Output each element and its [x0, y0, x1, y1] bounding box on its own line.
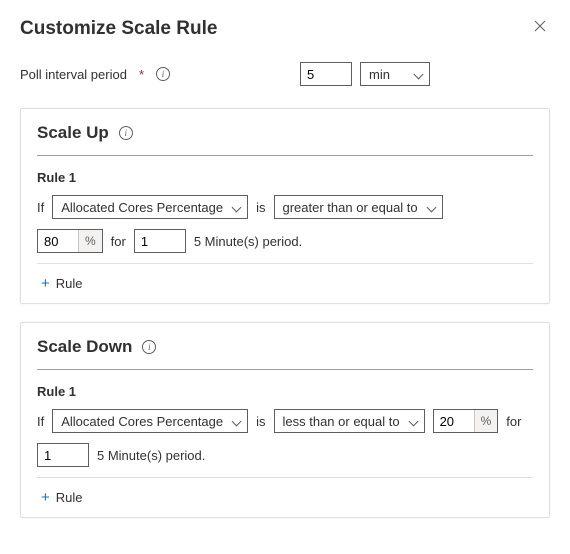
is-label: is	[256, 414, 265, 429]
scale-down-threshold-field[interactable]: %	[433, 409, 499, 433]
is-label: is	[256, 200, 265, 215]
close-icon	[534, 20, 546, 32]
plus-icon: +	[41, 276, 50, 291]
scale-down-card: Scale Down i Rule 1 If Allocated Cores P…	[20, 322, 550, 518]
poll-unit-select[interactable]: min	[360, 62, 430, 86]
scale-up-rule-name: Rule 1	[37, 170, 533, 185]
scale-down-threshold-input[interactable]	[434, 410, 474, 432]
info-icon[interactable]: i	[119, 126, 133, 140]
if-label: If	[37, 414, 44, 429]
scale-down-periods-input[interactable]	[37, 443, 89, 467]
add-rule-label: Rule	[56, 276, 83, 291]
scale-down-metric-value: Allocated Cores Percentage	[61, 414, 223, 429]
chevron-down-icon	[233, 417, 241, 425]
for-label: for	[111, 234, 126, 249]
add-scale-up-rule-button[interactable]: + Rule	[37, 274, 87, 293]
scale-up-operator-select[interactable]: greater than or equal to	[274, 195, 443, 219]
poll-interval-input[interactable]	[300, 62, 352, 86]
poll-unit-value: min	[369, 67, 390, 82]
scale-up-metric-select[interactable]: Allocated Cores Percentage	[52, 195, 248, 219]
scale-down-operator-value: less than or equal to	[283, 414, 400, 429]
close-button[interactable]	[530, 18, 550, 37]
scale-up-threshold-field[interactable]: %	[37, 229, 103, 253]
scale-down-operator-select[interactable]: less than or equal to	[274, 409, 425, 433]
required-indicator: *	[139, 67, 144, 82]
info-icon[interactable]: i	[156, 67, 170, 81]
poll-interval-label: Poll interval period	[20, 67, 127, 82]
chevron-down-icon	[233, 203, 241, 211]
scale-down-metric-select[interactable]: Allocated Cores Percentage	[52, 409, 248, 433]
chevron-down-icon	[428, 203, 436, 211]
scale-down-rule-name: Rule 1	[37, 384, 533, 399]
for-label: for	[506, 414, 521, 429]
percent-suffix: %	[474, 410, 498, 432]
period-suffix-label: 5 Minute(s) period.	[194, 234, 302, 249]
period-suffix-label: 5 Minute(s) period.	[97, 448, 205, 463]
if-label: If	[37, 200, 44, 215]
percent-suffix: %	[78, 230, 102, 252]
scale-up-title: Scale Up	[37, 123, 109, 143]
scale-up-threshold-input[interactable]	[38, 230, 78, 252]
chevron-down-icon	[415, 70, 423, 78]
add-scale-down-rule-button[interactable]: + Rule	[37, 488, 87, 507]
info-icon[interactable]: i	[142, 340, 156, 354]
scale-down-title: Scale Down	[37, 337, 132, 357]
add-rule-label: Rule	[56, 490, 83, 505]
chevron-down-icon	[410, 417, 418, 425]
scale-up-metric-value: Allocated Cores Percentage	[61, 200, 223, 215]
scale-up-operator-value: greater than or equal to	[283, 200, 418, 215]
scale-up-card: Scale Up i Rule 1 If Allocated Cores Per…	[20, 108, 550, 304]
page-title: Customize Scale Rule	[20, 18, 217, 40]
scale-up-periods-input[interactable]	[134, 229, 186, 253]
plus-icon: +	[41, 490, 50, 505]
